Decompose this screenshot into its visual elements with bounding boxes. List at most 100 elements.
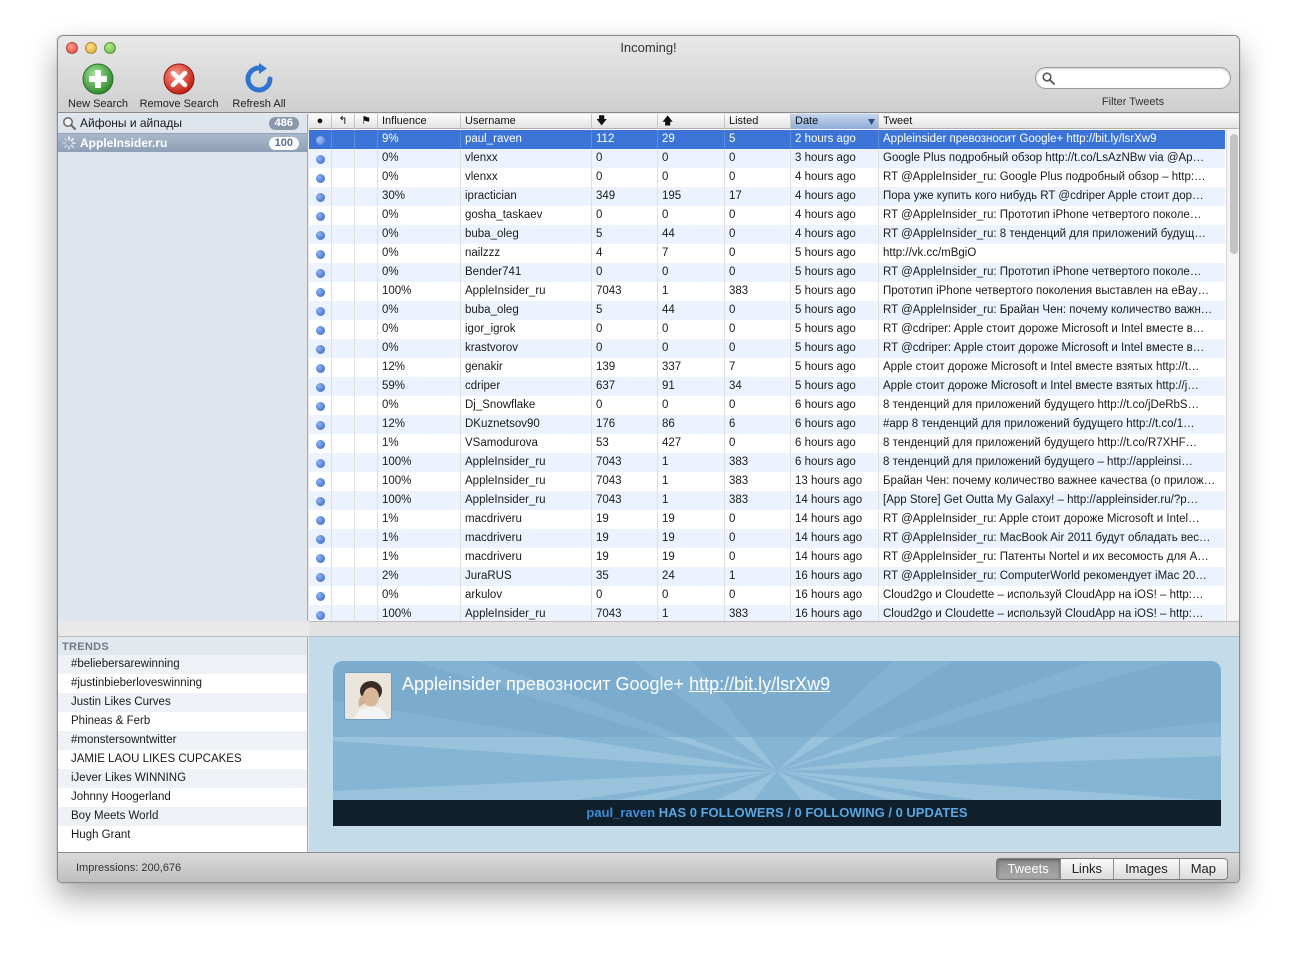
username-cell: gosha_taskaev bbox=[461, 206, 592, 225]
table-row[interactable]: 0% nailzzz 4 7 0 5 hours ago http://vk.cc/mBgi… bbox=[309, 244, 1225, 263]
column-tweet[interactable]: Tweet bbox=[879, 114, 1239, 129]
trend-item[interactable]: Justin Likes Curves bbox=[58, 693, 307, 712]
table-row[interactable]: 0% Bender741 0 0 0 5 hours ago RT @AppleInside… bbox=[309, 263, 1225, 282]
unread-cell[interactable] bbox=[309, 320, 332, 339]
table-row[interactable]: 1% VSamodurova 53 427 0 6 hours ago 8 тенденци… bbox=[309, 434, 1225, 453]
unread-cell[interactable] bbox=[309, 491, 332, 510]
unread-cell[interactable] bbox=[309, 529, 332, 548]
filter-search-field[interactable] bbox=[1035, 67, 1231, 89]
unread-dot-icon bbox=[316, 440, 325, 449]
table-row[interactable]: 100% AppleInsider_ru 7043 1 383 14 hours ago [… bbox=[309, 491, 1225, 510]
followers-cell: 7043 bbox=[592, 282, 658, 301]
filter-input[interactable] bbox=[1058, 71, 1223, 85]
table-row[interactable]: 0% Dj_Snowflake 0 0 0 6 hours ago 8 тенденций … bbox=[309, 396, 1225, 415]
table-row[interactable]: 0% krastvorov 0 0 0 5 hours ago RT @cdriper: A… bbox=[309, 339, 1225, 358]
table-row[interactable]: 1% macdriveru 19 19 0 14 hours ago RT @AppleIn… bbox=[309, 529, 1225, 548]
table-row[interactable]: 1% macdriveru 19 19 0 14 hours ago RT @AppleIn… bbox=[309, 548, 1225, 567]
trend-item[interactable]: iJever Likes WINNING bbox=[58, 769, 307, 788]
trend-item[interactable]: #justinbieberloveswinning bbox=[58, 674, 307, 693]
unread-cell[interactable] bbox=[309, 301, 332, 320]
unread-cell[interactable] bbox=[309, 244, 332, 263]
table-row[interactable]: 0% buba_oleg 5 44 0 5 hours ago RT @AppleInsid… bbox=[309, 301, 1225, 320]
column-flag[interactable]: ⚑ bbox=[355, 114, 378, 129]
unread-cell[interactable] bbox=[309, 567, 332, 586]
unread-cell[interactable] bbox=[309, 130, 332, 149]
unread-cell[interactable] bbox=[309, 282, 332, 301]
date-cell: 6 hours ago bbox=[791, 415, 879, 434]
table-row[interactable]: 12% DKuznetsov90 176 86 6 6 hours ago #app 8 т… bbox=[309, 415, 1225, 434]
column-username[interactable]: Username bbox=[461, 114, 592, 129]
table-row[interactable]: 100% AppleInsider_ru 7043 1 383 5 hours ago Пр… bbox=[309, 282, 1225, 301]
username-cell: genakir bbox=[461, 358, 592, 377]
unread-cell[interactable] bbox=[309, 225, 332, 244]
column-influence[interactable]: Influence bbox=[378, 114, 461, 129]
table-row[interactable]: 12% genakir 139 337 7 5 hours ago Apple стоит … bbox=[309, 358, 1225, 377]
unread-cell[interactable] bbox=[309, 415, 332, 434]
unread-cell[interactable] bbox=[309, 187, 332, 206]
username-cell: macdriveru bbox=[461, 548, 592, 567]
column-listed[interactable]: Listed bbox=[725, 114, 791, 129]
table-row[interactable]: 2% JuraRUS 35 24 1 16 hours ago RT @AppleInsid… bbox=[309, 567, 1225, 586]
table-row[interactable]: 1% macdriveru 19 19 0 14 hours ago RT @AppleIn… bbox=[309, 510, 1225, 529]
table-row[interactable]: 100% AppleInsider_ru 7043 1 383 6 hours ago 8 … bbox=[309, 453, 1225, 472]
unread-cell[interactable] bbox=[309, 396, 332, 415]
trend-item[interactable]: Boy Meets World bbox=[58, 807, 307, 826]
user-avatar[interactable] bbox=[344, 672, 392, 720]
trend-item[interactable]: Johnny Hoogerland bbox=[58, 788, 307, 807]
column-date[interactable]: Date bbox=[791, 114, 879, 129]
table-row[interactable]: 0% vlenxx 0 0 0 3 hours ago Google Plus подроб… bbox=[309, 149, 1225, 168]
stats-username-link[interactable]: paul_raven bbox=[586, 805, 655, 820]
tweet-link[interactable]: http://bit.ly/lsrXw9 bbox=[689, 674, 830, 694]
unread-cell[interactable] bbox=[309, 168, 332, 187]
column-reply[interactable]: ↰ bbox=[332, 114, 355, 129]
column-followers[interactable]: 🡇 bbox=[592, 114, 658, 129]
unread-dot-icon bbox=[316, 212, 325, 221]
unread-dot-icon bbox=[316, 611, 325, 620]
table-row[interactable]: 30% ipractician 349 195 17 4 hours ago Пора уж… bbox=[309, 187, 1225, 206]
unread-cell[interactable] bbox=[309, 472, 332, 491]
trend-item[interactable]: Hugh Grant bbox=[58, 826, 307, 845]
table-row[interactable]: 100% AppleInsider_ru 7043 1 383 13 hours ago Б… bbox=[309, 472, 1225, 491]
table-row[interactable]: 0% igor_igrok 0 0 0 5 hours ago RT @cdriper: A… bbox=[309, 320, 1225, 339]
remove-search-button[interactable]: Remove Search bbox=[138, 63, 220, 110]
vertical-scrollbar[interactable] bbox=[1226, 130, 1239, 621]
trend-item[interactable]: JAMIE LAOU LIKES CUPCAKES bbox=[58, 750, 307, 769]
unread-cell[interactable] bbox=[309, 263, 332, 282]
unread-cell[interactable] bbox=[309, 548, 332, 567]
table-row[interactable]: 100% AppleInsider_ru 7043 1 383 16 hours ago C… bbox=[309, 605, 1225, 621]
username-cell: macdriveru bbox=[461, 510, 592, 529]
trend-item[interactable]: Phineas & Ferb bbox=[58, 712, 307, 731]
unread-cell[interactable] bbox=[309, 605, 332, 621]
unread-cell[interactable] bbox=[309, 453, 332, 472]
column-following[interactable]: 🡅 bbox=[658, 114, 725, 129]
tab-links[interactable]: Links bbox=[1060, 859, 1115, 879]
unread-cell[interactable] bbox=[309, 377, 332, 396]
unread-cell[interactable] bbox=[309, 434, 332, 453]
table-row[interactable]: 0% vlenxx 0 0 0 4 hours ago RT @AppleInsider_r… bbox=[309, 168, 1225, 187]
table-row[interactable]: 0% buba_oleg 5 44 0 4 hours ago RT @AppleInsid… bbox=[309, 225, 1225, 244]
tab-images[interactable]: Images bbox=[1114, 859, 1180, 879]
unread-cell[interactable] bbox=[309, 358, 332, 377]
trend-item[interactable]: #beliebersarewinning bbox=[58, 655, 307, 674]
refresh-all-button[interactable]: Refresh All bbox=[228, 63, 290, 110]
tab-map[interactable]: Map bbox=[1179, 859, 1227, 879]
unread-cell[interactable] bbox=[309, 586, 332, 605]
source-item-iphones[interactable]: Айфоны и айпады 486 bbox=[58, 114, 307, 133]
unread-cell[interactable] bbox=[309, 339, 332, 358]
unread-cell[interactable] bbox=[309, 510, 332, 529]
flag-cell bbox=[355, 263, 378, 282]
split-divider[interactable] bbox=[309, 621, 1239, 636]
unread-cell[interactable] bbox=[309, 206, 332, 225]
table-row[interactable]: 0% arkulov 0 0 0 16 hours ago Cloud2go и Cloud… bbox=[309, 586, 1225, 605]
new-search-button[interactable]: New Search bbox=[65, 63, 131, 110]
table-row[interactable]: 59% cdriper 637 91 34 5 hours ago Apple стоит … bbox=[309, 377, 1225, 396]
username-cell: AppleInsider_ru bbox=[461, 605, 592, 621]
source-item-appleinsider[interactable]: AppleInsider.ru 100 bbox=[58, 133, 307, 152]
unread-cell[interactable] bbox=[309, 149, 332, 168]
trend-item[interactable]: #monstersowntwitter bbox=[58, 731, 307, 750]
scrollbar-thumb[interactable] bbox=[1230, 134, 1238, 254]
table-row[interactable]: 0% gosha_taskaev 0 0 0 4 hours ago RT @AppleIn… bbox=[309, 206, 1225, 225]
column-unread[interactable]: ● bbox=[309, 114, 332, 129]
tab-tweets[interactable]: Tweets bbox=[996, 859, 1061, 879]
table-row[interactable]: 9% paul_raven 112 29 5 2 hours ago Appleinside… bbox=[309, 130, 1225, 149]
